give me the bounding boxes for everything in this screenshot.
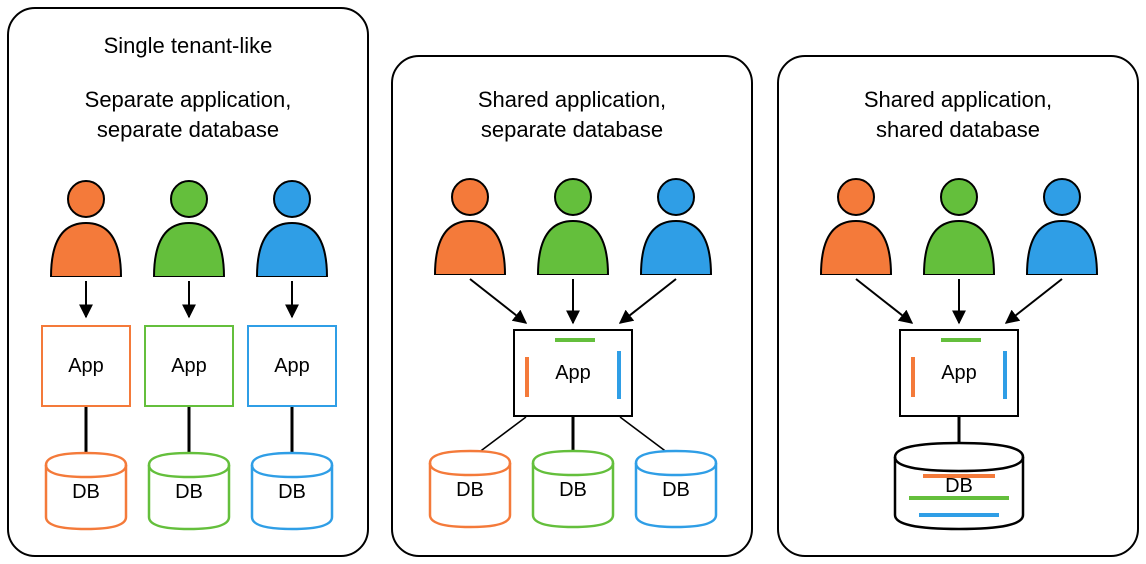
tenant-marker <box>941 338 981 342</box>
app-label: App <box>274 355 310 378</box>
database-icon: DB <box>528 449 618 529</box>
database-icon: DB <box>631 449 721 529</box>
diagram: Single tenant-like Separate application,… <box>0 0 1146 564</box>
db-label: DB <box>425 479 515 502</box>
panel-shared-app-separate-db: Shared application, separate database Ap… <box>391 55 753 557</box>
app-box: App <box>41 325 131 407</box>
database-icon: DB <box>144 451 234 531</box>
app-label: App <box>941 362 977 385</box>
db-label: DB <box>528 479 618 502</box>
app-box: App <box>899 329 1019 417</box>
db-label: DB <box>144 481 234 504</box>
tenant-marker <box>919 513 999 517</box>
tenant-marker <box>923 474 995 478</box>
app-box: App <box>144 325 234 407</box>
tenant-marker <box>525 357 529 397</box>
app-label: App <box>171 355 207 378</box>
database-icon: DB <box>41 451 131 531</box>
db-label: DB <box>41 481 131 504</box>
app-box: App <box>247 325 337 407</box>
panel-shared-app-shared-db: Shared application, shared database App … <box>777 55 1139 557</box>
tenant-marker <box>909 496 1009 500</box>
app-label: App <box>68 355 104 378</box>
tenant-marker <box>911 357 915 397</box>
db-label: DB <box>247 481 337 504</box>
db-label: DB <box>631 479 721 502</box>
tenant-marker <box>555 338 595 342</box>
app-box: App <box>513 329 633 417</box>
tenant-marker <box>617 351 621 399</box>
tenant-marker <box>1003 351 1007 399</box>
app-label: App <box>555 362 591 385</box>
database-icon: DB <box>889 441 1029 531</box>
database-icon: DB <box>247 451 337 531</box>
panel-separate-app-separate-db: Single tenant-like Separate application,… <box>7 7 369 557</box>
db-label: DB <box>889 475 1029 498</box>
database-icon: DB <box>425 449 515 529</box>
